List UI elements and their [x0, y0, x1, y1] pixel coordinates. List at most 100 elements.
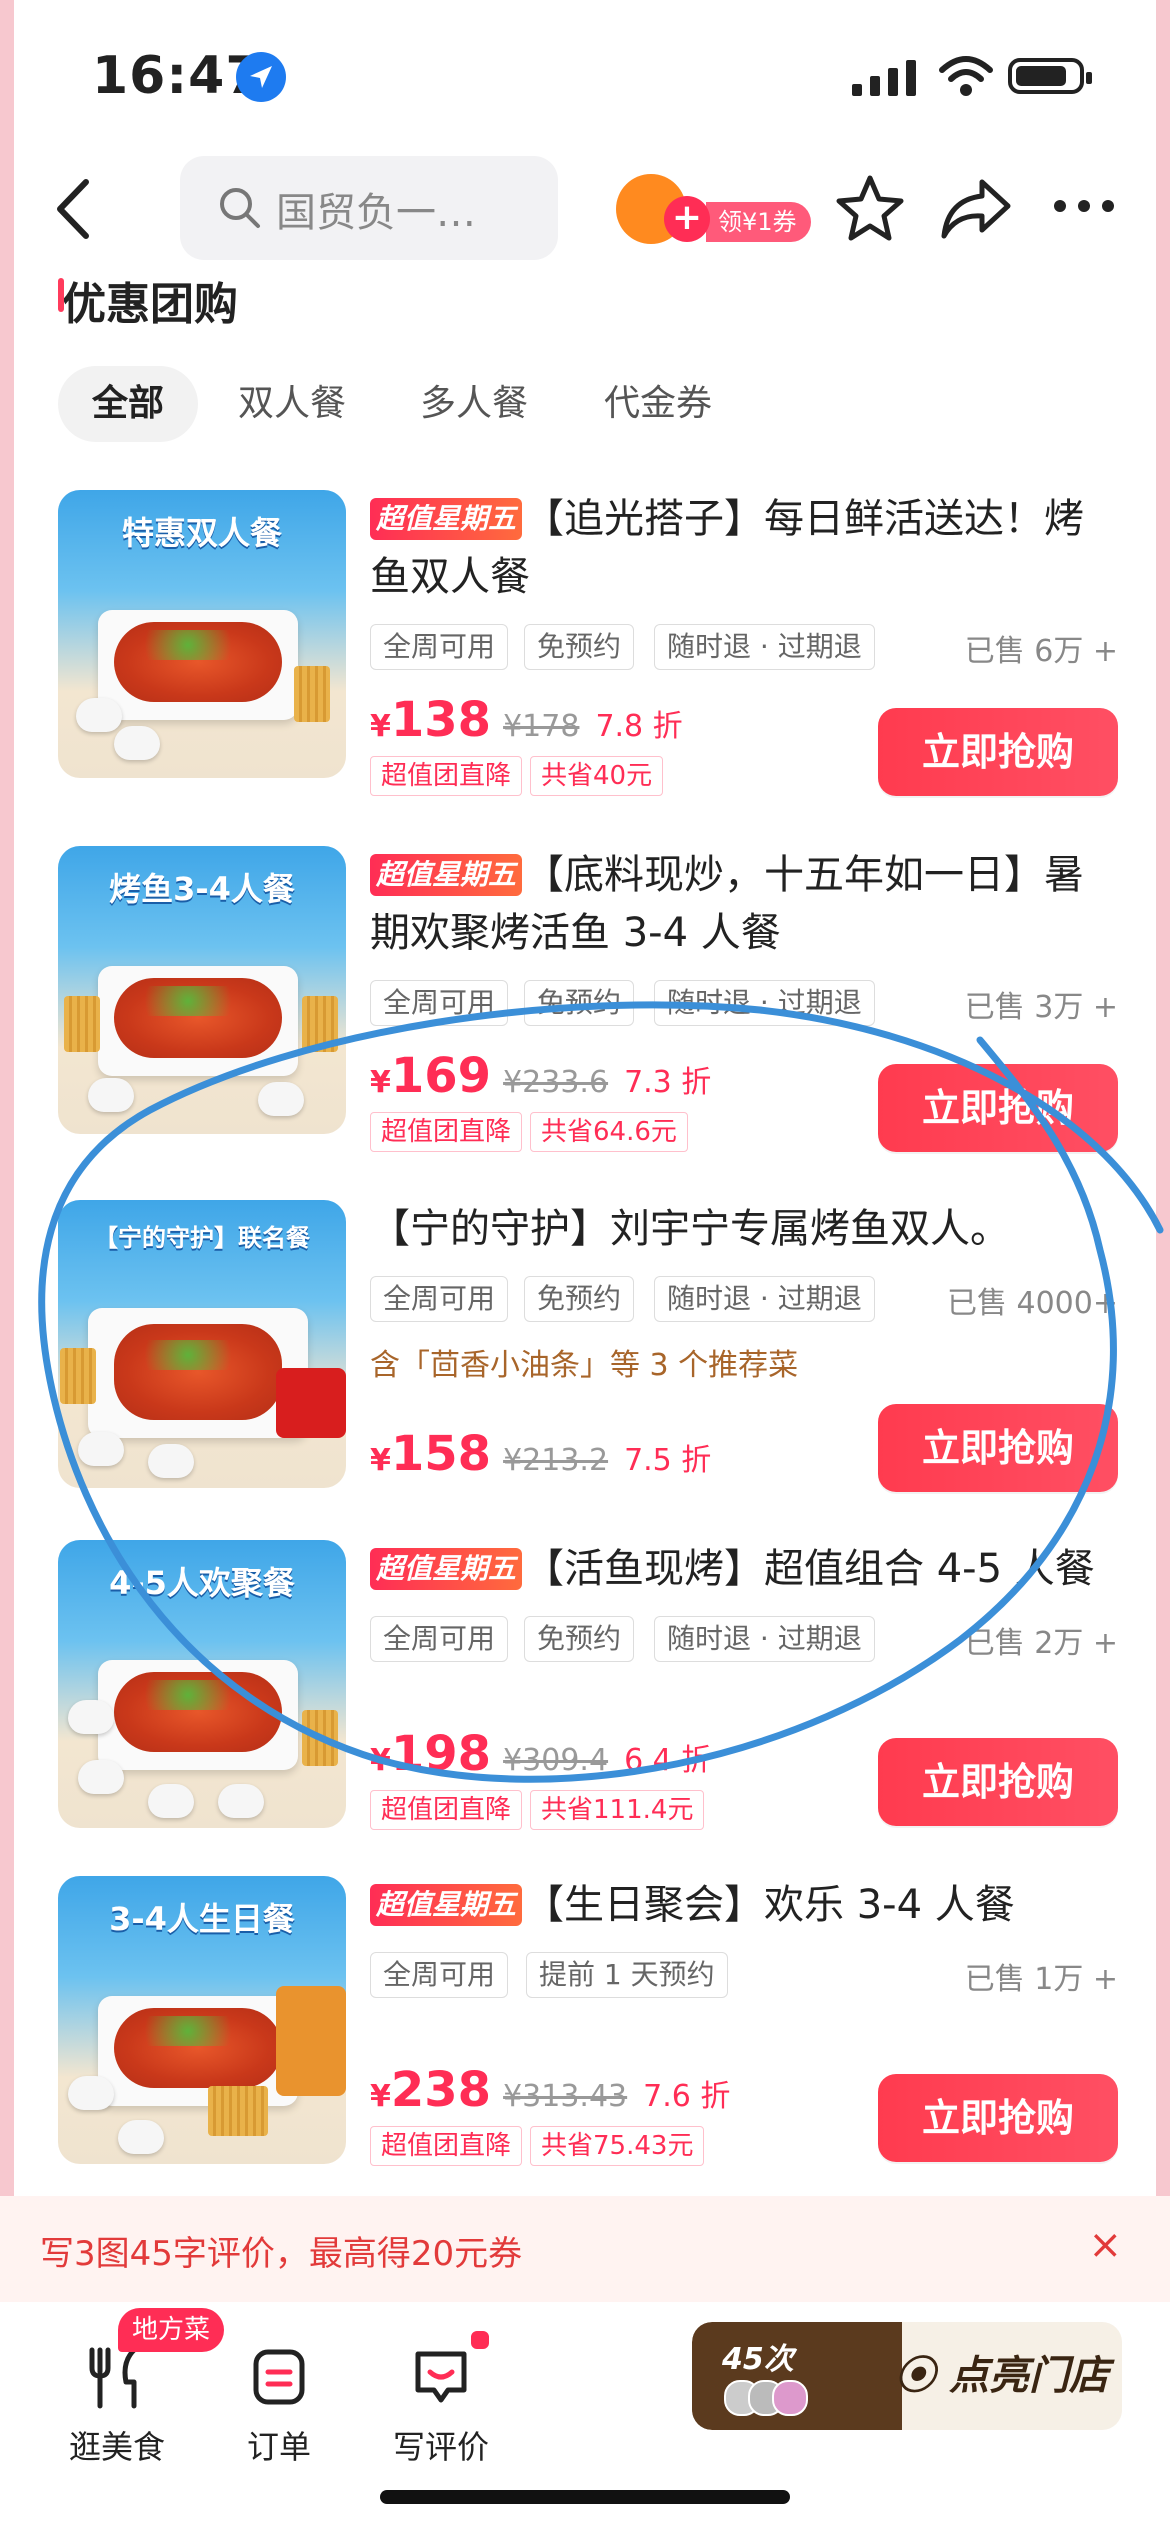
- deal-image: 烤鱼3-4人餐: [58, 846, 346, 1134]
- buy-now-button[interactable]: 立即抢购: [878, 1738, 1118, 1826]
- discount: 6.4 折: [624, 1743, 712, 1778]
- tag: 随时退 · 过期退: [654, 1616, 875, 1662]
- original-price: ¥309.4: [503, 1743, 609, 1778]
- chip: 共省64.6元: [530, 1112, 688, 1152]
- tab-label: 逛美食: [68, 2428, 165, 2466]
- tag: 随时退 · 过期退: [654, 1276, 875, 1322]
- promo-chips: 超值团直降 共省40元: [370, 756, 671, 796]
- buy-now-button[interactable]: 立即抢购: [878, 708, 1118, 796]
- light-up-label: ⦿ 点亮门店: [882, 2322, 1122, 2430]
- review-icon: [415, 2351, 467, 2403]
- deal-image-banner: 【宁的守护】联名餐: [94, 1224, 310, 1252]
- tab-double[interactable]: 双人餐: [204, 366, 380, 442]
- tag: 免预约: [524, 624, 635, 670]
- deal-image: 【宁的守护】联名餐: [58, 1200, 346, 1488]
- wifi-icon: [939, 56, 993, 96]
- promo-badge: 超值星期五: [370, 1548, 523, 1590]
- location-arrow-icon: [236, 52, 286, 102]
- original-price: ¥313.43: [503, 2079, 628, 2114]
- tag: 随时退 · 过期退: [654, 980, 875, 1026]
- discount: 7.6 折: [643, 2079, 731, 2114]
- map-pin-icon: ⦿: [895, 2353, 949, 2399]
- discount: 7.8 折: [595, 709, 683, 744]
- search-bar[interactable]: 国贸负一…: [180, 156, 558, 260]
- deal-image-banner: 3-4人生日餐: [109, 1900, 295, 1938]
- price-row: ¥158 ¥213.2 7.5 折: [370, 1426, 712, 1482]
- tab-all[interactable]: 全部: [58, 366, 199, 442]
- tag: 全周可用: [370, 980, 509, 1026]
- chip: 超值团直降: [370, 1790, 523, 1830]
- tab-browse-food[interactable]: 逛美食: [52, 2342, 182, 2468]
- current-price: 158: [390, 1426, 492, 1482]
- section-title: 优惠团购: [58, 268, 238, 332]
- share-icon[interactable]: [938, 172, 1014, 244]
- promo-badge: 超值星期五: [370, 854, 523, 896]
- order-icon: [253, 2349, 305, 2405]
- original-price: ¥213.2: [503, 1443, 609, 1478]
- buy-now-button[interactable]: 立即抢购: [878, 2074, 1118, 2162]
- chip: 超值团直降: [370, 756, 523, 796]
- tab-write-review[interactable]: 写评价: [376, 2342, 506, 2468]
- tab-label: 订单: [246, 2428, 311, 2466]
- tag: 全周可用: [370, 1616, 509, 1662]
- current-price: 169: [390, 1048, 492, 1104]
- current-price: 138: [390, 692, 492, 748]
- close-icon[interactable]: ×: [1088, 2222, 1122, 2268]
- top-nav: 国贸负一… 领¥1券 +: [0, 150, 1170, 270]
- tab-voucher[interactable]: 代金券: [570, 366, 746, 442]
- tag: 全周可用: [370, 624, 509, 670]
- tag: 提前 1 天预约: [526, 1952, 728, 1998]
- promo-badge: 超值星期五: [370, 1884, 523, 1926]
- deal-title: 【生日聚会】欢乐 3-4 人餐: [524, 1882, 1015, 1928]
- light-up-store-button[interactable]: 45次 ⦿ 点亮门店: [692, 2322, 1122, 2430]
- deal-card[interactable]: 4-5人欢聚餐 超值星期五 【活鱼现烤】超值组合 4-5 人餐 全周可用 免预约 …: [58, 1540, 1118, 1840]
- promo-badge: 超值星期五: [370, 498, 523, 540]
- deal-image-banner: 特惠双人餐: [121, 514, 282, 552]
- tag: 免预约: [524, 1616, 635, 1662]
- review-reward-text: 写3图45字评价，最高得20元券: [40, 2234, 523, 2274]
- chip: 超值团直降: [370, 2126, 523, 2166]
- deal-image: 4-5人欢聚餐: [58, 1540, 346, 1828]
- buy-now-button[interactable]: 立即抢购: [878, 1404, 1118, 1492]
- hot-badge: 地方菜: [118, 2308, 225, 2352]
- original-price: ¥233.6: [503, 1065, 609, 1100]
- back-icon[interactable]: [46, 174, 106, 244]
- deal-image: 3-4人生日餐: [58, 1876, 346, 2164]
- review-reward-banner[interactable]: 写3图45字评价，最高得20元券 ×: [0, 2196, 1170, 2302]
- tab-multi[interactable]: 多人餐: [386, 366, 562, 442]
- deal-card[interactable]: 3-4人生日餐 超值星期五 【生日聚会】欢乐 3-4 人餐 全周可用 提前 1 天…: [58, 1876, 1118, 2176]
- home-indicator: [380, 2490, 790, 2504]
- deal-card[interactable]: 【宁的守护】联名餐 【宁的守护】刘宇宁专属烤鱼双人。 全周可用 免预约 随时退 …: [58, 1200, 1118, 1500]
- price-row: ¥138 ¥178 7.8 折: [370, 692, 683, 748]
- promo-chips: 超值团直降 共省64.6元: [370, 1112, 696, 1152]
- light-up-text: 点亮门店: [948, 2353, 1109, 2399]
- tab-orders[interactable]: 订单: [214, 2342, 344, 2468]
- price-row: ¥198 ¥309.4 6.4 折: [370, 1726, 712, 1782]
- chip: 共省75.43元: [530, 2126, 705, 2166]
- tag: 免预约: [524, 980, 635, 1026]
- discount: 7.5 折: [624, 1443, 712, 1478]
- sold-count: 已售 6万 +: [964, 634, 1118, 669]
- visit-count: 45次: [722, 2342, 794, 2377]
- status-bar: 16:47: [0, 0, 1170, 150]
- original-price: ¥178: [503, 709, 580, 744]
- plus-icon: +: [664, 196, 710, 242]
- promo-chips: 超值团直降 共省111.4元: [370, 1790, 712, 1830]
- price-row: ¥169 ¥233.6 7.3 折: [370, 1048, 712, 1104]
- battery-icon: [1008, 58, 1092, 94]
- sold-count: 已售 4000+: [946, 1286, 1118, 1321]
- coupon-label: 领¥1券: [706, 202, 811, 242]
- recommended-dishes: 含「茴香小油条」等 3 个推荐菜: [370, 1348, 799, 1383]
- more-icon[interactable]: [1052, 198, 1116, 214]
- sold-count: 已售 2万 +: [964, 1626, 1118, 1661]
- deal-card[interactable]: 烤鱼3-4人餐 超值星期五 【底料现炒，十五年如一日】暑期欢聚烤活鱼 3-4 人餐…: [58, 846, 1118, 1152]
- deal-card[interactable]: 特惠双人餐 超值星期五 【追光搭子】每日鲜活送达！烤鱼双人餐 全周可用 免预约 随…: [58, 490, 1118, 796]
- deal-image-banner: 4-5人欢聚餐: [109, 1564, 295, 1602]
- discount: 7.3 折: [624, 1065, 712, 1100]
- tag: 全周可用: [370, 1952, 509, 1998]
- chip: 共省111.4元: [530, 1790, 705, 1830]
- search-icon: [220, 188, 260, 228]
- star-icon[interactable]: [834, 172, 906, 244]
- buy-now-button[interactable]: 立即抢购: [878, 1064, 1118, 1152]
- current-price: 238: [390, 2062, 492, 2118]
